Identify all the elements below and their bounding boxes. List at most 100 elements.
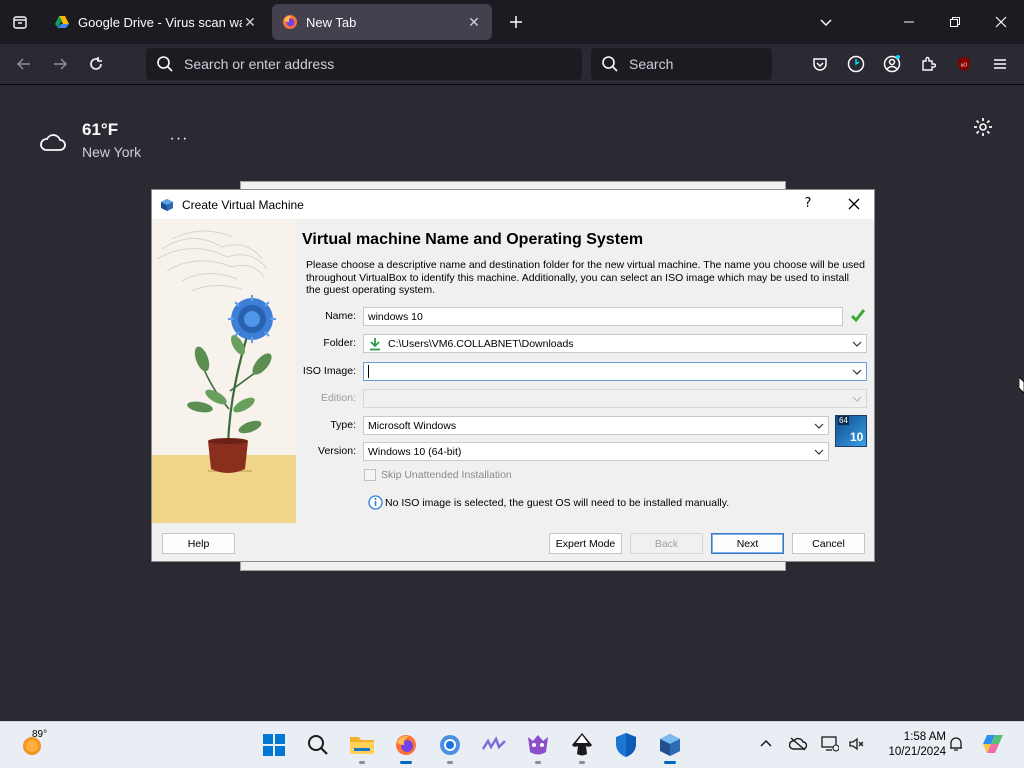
page-description: Please choose a descriptive name and des… — [306, 259, 865, 296]
search-bar[interactable] — [591, 48, 772, 80]
close-tab-icon[interactable]: ✕ — [466, 14, 482, 30]
active-indicator — [400, 761, 412, 764]
notifications-button[interactable] — [946, 734, 966, 754]
iso-image-select[interactable] — [363, 362, 867, 381]
new-tab-button[interactable] — [504, 10, 528, 34]
gear-icon[interactable] — [972, 116, 994, 138]
address-input[interactable] — [184, 56, 582, 72]
back-button[interactable]: Back — [630, 533, 703, 554]
edition-select — [363, 389, 867, 408]
type-select[interactable]: Microsoft Windows — [363, 416, 829, 435]
windows-10-os-icon: 64 10 — [835, 415, 867, 447]
search-input[interactable] — [629, 56, 772, 72]
checkmark-icon — [850, 309, 866, 323]
network-icon — [821, 736, 839, 752]
info-message-text: No ISO image is selected, the guest OS w… — [385, 496, 730, 509]
text-caret — [368, 365, 369, 378]
close-icon — [848, 198, 860, 210]
checkbox-box — [364, 469, 376, 481]
network-tray-icon[interactable] — [820, 734, 840, 754]
restore-button[interactable] — [943, 10, 967, 34]
clock-time: 1:58 AM — [903, 731, 946, 743]
volume-muted-icon — [849, 737, 864, 751]
reload-button[interactable] — [84, 52, 108, 76]
dialog-titlebar: Create Virtual Machine — [152, 190, 874, 219]
expert-mode-button[interactable]: Expert Mode — [549, 533, 622, 554]
linear-taskbar-button[interactable] — [478, 729, 510, 761]
dialog-close-button[interactable] — [844, 194, 864, 214]
version-label: Version: — [318, 445, 356, 457]
search-button[interactable] — [302, 729, 334, 761]
tab-title: Google Drive - Virus scan warni — [78, 14, 242, 30]
arrow-left-icon — [16, 58, 30, 70]
page-title: Virtual machine Name and Operating Syste… — [302, 231, 644, 248]
tab-new-tab[interactable]: New Tab ✕ — [272, 4, 492, 40]
wizard-page: Virtual machine Name and Operating Syste… — [302, 219, 874, 523]
extensions-button[interactable] — [916, 52, 940, 76]
tab-list-icon — [13, 16, 27, 29]
pocket-button[interactable] — [808, 52, 832, 76]
cancel-button[interactable]: Cancel — [792, 533, 865, 554]
close-tab-icon[interactable]: ✕ — [242, 14, 258, 30]
name-label: Name: — [325, 310, 356, 322]
skip-unattended-label: Skip Unattended Installation — [381, 469, 512, 481]
virtualbox-icon — [660, 734, 680, 756]
iso-image-label: ISO Image: — [302, 365, 356, 377]
chevron-down-icon — [852, 396, 862, 402]
download-folder-icon — [370, 337, 380, 350]
next-button[interactable]: Next — [711, 533, 784, 554]
help-button[interactable]: Help — [162, 533, 235, 554]
google-drive-icon — [55, 16, 69, 28]
start-button[interactable] — [258, 729, 290, 761]
forward-button[interactable] — [48, 52, 72, 76]
account-button[interactable] — [880, 52, 904, 76]
game-app-taskbar-button[interactable] — [522, 729, 554, 764]
virtualbox-taskbar-button[interactable] — [654, 729, 686, 764]
close-window-button[interactable] — [989, 10, 1013, 34]
search-icon — [602, 56, 618, 72]
show-hidden-icons-button[interactable] — [756, 734, 776, 754]
folder-select[interactable]: C:\Users\VM6.COLLABNET\Downloads — [363, 334, 867, 353]
firefox-icon — [396, 735, 416, 755]
name-input[interactable] — [368, 310, 842, 323]
app-menu-button[interactable] — [988, 52, 1012, 76]
chevron-down-icon — [814, 449, 824, 455]
tab-title: New Tab — [306, 14, 357, 30]
windows-security-taskbar-button[interactable] — [610, 729, 642, 761]
file-explorer-button[interactable] — [346, 729, 378, 764]
bell-icon — [950, 737, 962, 751]
reload-icon — [90, 57, 102, 70]
chrome-taskbar-button[interactable] — [434, 729, 466, 764]
onedrive-tray-icon[interactable] — [788, 734, 808, 754]
name-field[interactable] — [363, 307, 843, 326]
version-select[interactable]: Windows 10 (64-bit) — [363, 442, 829, 461]
chrome-icon — [440, 735, 460, 755]
tab-strip: Google Drive - Virus scan warni ✕ New Ta… — [0, 0, 1024, 44]
ublock-shield-icon: uO — [958, 57, 970, 71]
create-vm-dialog: Create Virtual Machine ? Virtual machine… — [151, 189, 875, 562]
inkscape-taskbar-button[interactable] — [566, 729, 598, 764]
volume-tray-icon[interactable] — [846, 734, 866, 754]
firefox-taskbar-button[interactable] — [390, 729, 422, 764]
tab-overflow-button[interactable] — [814, 10, 838, 34]
chevron-down-icon — [814, 423, 824, 429]
weather-temperature: 61°F — [82, 120, 119, 139]
minimize-button[interactable] — [897, 10, 921, 34]
chevron-down-icon — [852, 341, 862, 347]
taskbar-clock[interactable]: 1:58 AM 10/21/2024 — [870, 730, 946, 760]
back-button[interactable] — [12, 52, 36, 76]
list-all-tabs-button[interactable] — [8, 10, 32, 34]
dialog-title: Create Virtual Machine — [182, 197, 304, 212]
info-message: No ISO image is selected, the guest OS w… — [368, 495, 729, 510]
sync-button[interactable] — [844, 52, 868, 76]
tab-google-drive[interactable]: Google Drive - Virus scan warni ✕ — [44, 4, 268, 40]
cloud-offline-icon — [789, 737, 807, 751]
weather-more-button[interactable]: ··· — [168, 128, 190, 150]
ublock-origin-button[interactable]: uO — [952, 52, 976, 76]
address-bar[interactable] — [146, 48, 582, 80]
dialog-help-button[interactable]: ? — [800, 196, 816, 212]
chevron-down-icon — [820, 19, 832, 27]
running-indicator — [447, 761, 453, 764]
copilot-button[interactable] — [980, 731, 1006, 757]
weather-widget[interactable]: 61°F New York — [38, 120, 141, 160]
